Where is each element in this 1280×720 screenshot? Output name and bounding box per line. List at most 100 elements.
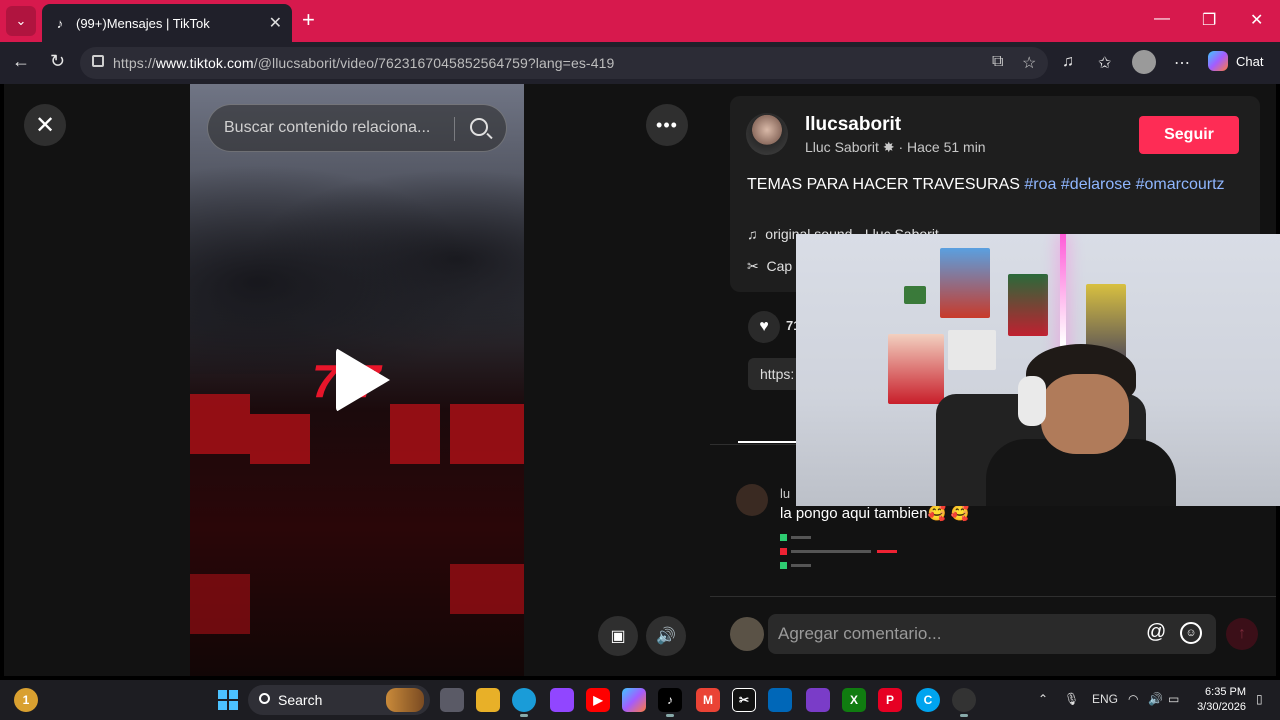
system-clock[interactable]: 6:35 PM 3/30/2026 (1190, 685, 1246, 715)
weather-badge: 1 (22, 693, 30, 707)
tab-title: (99+)Mensajes | TikTok (76, 15, 210, 31)
search-placeholder: Buscar contenido relaciona... (224, 119, 431, 136)
tab-actions-menu-icon[interactable]: ⌄ (6, 6, 36, 36)
taskbar-search-label: Search (278, 692, 323, 708)
pinterest-icon[interactable]: P (878, 688, 902, 712)
photos-icon[interactable] (806, 688, 830, 712)
comment-avatar[interactable] (736, 484, 768, 516)
streamer (956, 344, 1176, 506)
address-bar-row: ← ↻ https://www.tiktok.com/@llucsaborit/… (0, 42, 1280, 84)
speaker-icon[interactable]: 🔊 (1148, 692, 1163, 706)
weather-widget-icon[interactable]: 1 (14, 688, 38, 712)
play-icon[interactable] (336, 348, 390, 412)
cortana-icon[interactable]: C (916, 688, 940, 712)
windows-start-icon[interactable] (216, 688, 240, 712)
microphone-icon[interactable]: 🎙 (1064, 692, 1079, 706)
comment-username[interactable]: lu (780, 486, 790, 501)
battery-icon[interactable]: ▭ (1168, 692, 1179, 706)
webcam-overlay (796, 234, 1280, 506)
profile-avatar[interactable] (1132, 50, 1156, 74)
lock-icon (92, 55, 104, 67)
video-trees (190, 144, 524, 374)
tiktok-icon[interactable]: ♪ (658, 688, 682, 712)
close-tab-icon[interactable]: ✕ (269, 13, 282, 33)
more-menu-icon[interactable]: ••• (646, 104, 688, 146)
taskbar-search[interactable]: Search (248, 685, 430, 715)
copilot-chat-button[interactable]: Chat (1208, 51, 1263, 71)
more-options-icon[interactable]: ⋯ (1174, 53, 1190, 73)
video-window (190, 394, 250, 454)
wifi-icon[interactable]: ◠ (1128, 692, 1138, 706)
language-indicator[interactable]: ENG (1092, 692, 1118, 706)
comment-input[interactable]: Agregar comentario... @ ☺ (768, 614, 1216, 654)
video-window (450, 564, 524, 614)
edge-icon[interactable] (512, 688, 536, 712)
capcut-icon: ✂ (747, 258, 767, 274)
close-video-icon[interactable]: ✕ (24, 104, 66, 146)
comment-placeholder: Agregar comentario... (778, 624, 942, 643)
copilot-icon (1208, 51, 1228, 71)
pip-icon[interactable]: ▣ (598, 616, 638, 656)
search-divider (454, 117, 455, 141)
clock-time: 6:35 PM (1205, 686, 1246, 698)
hashtag-link[interactable]: #roa (1024, 176, 1056, 193)
chrome-icon[interactable] (952, 688, 976, 712)
post-time: · Hace 51 min (898, 139, 986, 155)
follow-button[interactable]: Seguir (1139, 116, 1239, 154)
comment-image[interactable] (780, 532, 930, 592)
heart-icon[interactable]: ♥ (748, 311, 780, 343)
tiktok-icon: ♪ (56, 15, 64, 31)
hashtag-link[interactable]: #omarcourtz (1136, 176, 1225, 193)
author-username[interactable]: llucsaborit (805, 114, 901, 136)
search-icon[interactable] (470, 118, 488, 136)
wall-poster (940, 248, 990, 318)
notifications-icon[interactable]: ▯ (1256, 692, 1263, 706)
capcut-icon[interactable]: ✂ (732, 688, 756, 712)
refresh-icon[interactable]: ↻ (50, 51, 65, 72)
youtube-icon[interactable]: ▶ (586, 688, 610, 712)
active-indicator (960, 714, 968, 717)
xbox-icon[interactable]: X (842, 688, 866, 712)
favorites-icon[interactable]: ✩ (1098, 53, 1111, 73)
hashtag-link[interactable]: #delarose (1061, 176, 1131, 193)
search-icon (259, 693, 270, 704)
related-search-input[interactable]: Buscar contenido relaciona... (207, 104, 507, 152)
gmail-icon[interactable]: M (696, 688, 720, 712)
open-in-app-icon[interactable]: ⧉ (992, 53, 1003, 71)
media-icon[interactable]: ♫ (1062, 53, 1074, 71)
description-text: TEMAS PARA HACER TRAVESURAS (747, 176, 1020, 193)
emoji-icon[interactable]: ☺ (1180, 622, 1202, 644)
close-window-icon[interactable]: ✕ (1250, 10, 1263, 30)
author-avatar[interactable] (746, 113, 788, 155)
send-comment-icon[interactable]: ↑ (1226, 618, 1258, 650)
comments-tab-indicator (738, 441, 800, 443)
task-view-icon[interactable] (440, 688, 464, 712)
store-icon[interactable] (768, 688, 792, 712)
active-indicator (520, 714, 528, 717)
copilot-icon[interactable] (622, 688, 646, 712)
video-player[interactable]: 777 (190, 84, 524, 676)
new-tab-icon[interactable]: + (302, 9, 315, 31)
my-avatar (730, 617, 764, 651)
mention-icon[interactable]: @ (1146, 621, 1166, 644)
windows-taskbar: 1 Search ▶ ♪ M ✂ X P C ⌃ 🎙 ENG ◠ 🔊 ▭ 6:3… (0, 680, 1280, 720)
video-window (250, 414, 310, 464)
twitch-icon[interactable] (550, 688, 574, 712)
search-highlight-image (386, 688, 424, 712)
author-nickname-row: Lluc Saborit ✸ · Hace 51 min (805, 139, 986, 156)
url-field[interactable]: https://www.tiktok.com/@llucsaborit/vide… (80, 47, 1048, 79)
show-hidden-icons[interactable]: ⌃ (1038, 692, 1048, 706)
wall-poster (1008, 274, 1048, 336)
back-icon[interactable]: ← (12, 51, 30, 72)
wall-poster (888, 334, 944, 404)
volume-icon[interactable]: 🔊 (646, 616, 686, 656)
file-explorer-icon[interactable] (476, 688, 500, 712)
active-tab[interactable]: ♪ (99+)Mensajes | TikTok ✕ (42, 4, 292, 42)
minimize-icon[interactable]: — (1154, 10, 1170, 28)
restore-icon[interactable]: ❐ (1202, 10, 1216, 30)
wall-poster (904, 286, 926, 304)
favorite-star-icon[interactable]: ☆ (1022, 53, 1036, 73)
author-nickname[interactable]: Lluc Saborit (805, 139, 879, 155)
capcut-row[interactable]: ✂ Cap (747, 258, 792, 275)
url-text: https://www.tiktok.com/@llucsaborit/vide… (113, 55, 615, 71)
